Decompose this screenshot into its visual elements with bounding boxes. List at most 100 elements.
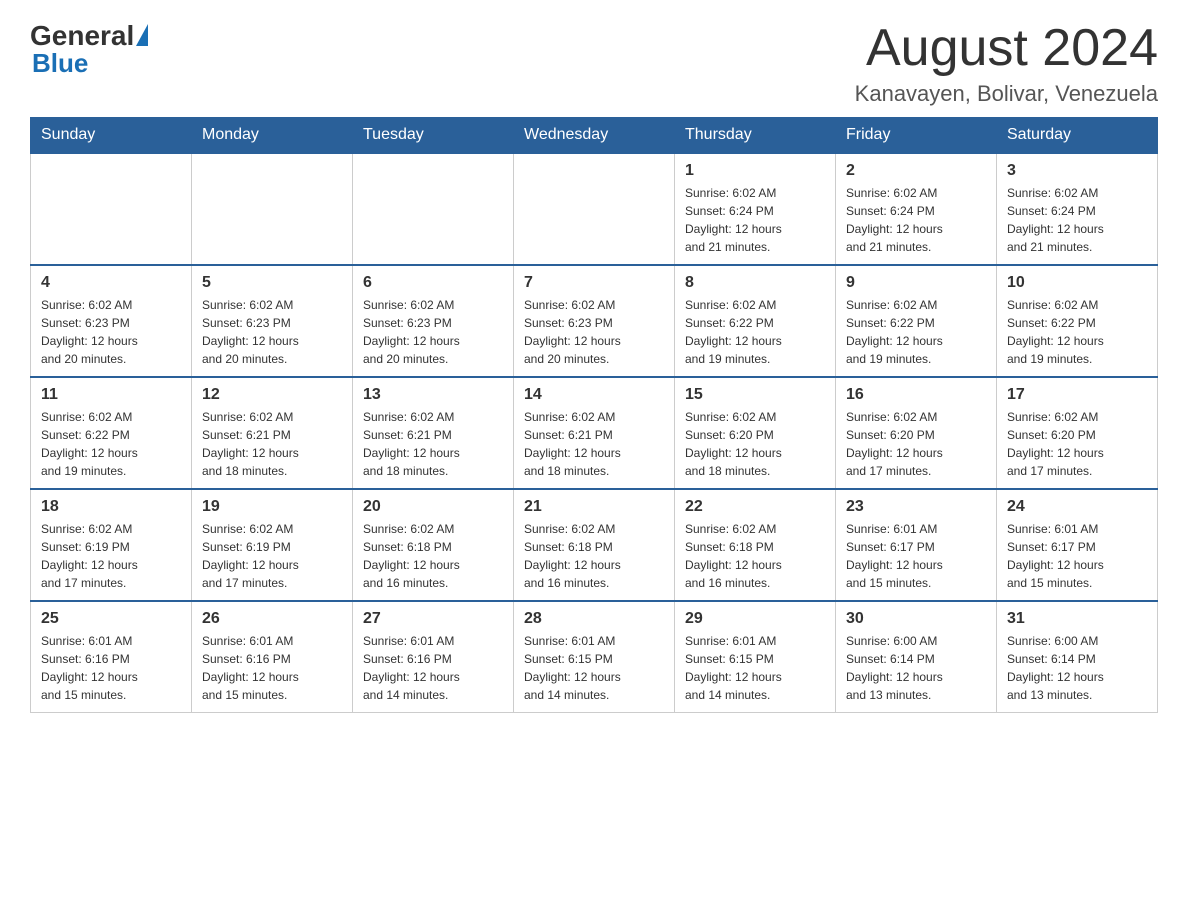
- day-info: Sunrise: 6:02 AMSunset: 6:20 PMDaylight:…: [846, 408, 986, 480]
- day-number: 1: [685, 162, 825, 180]
- calendar-table: SundayMondayTuesdayWednesdayThursdayFrid…: [30, 117, 1158, 713]
- calendar-week-row: 4 Sunrise: 6:02 AMSunset: 6:23 PMDaylight…: [31, 265, 1158, 377]
- logo: General Blue: [30, 20, 148, 79]
- day-number: 21: [524, 498, 664, 516]
- day-info: Sunrise: 6:02 AMSunset: 6:24 PMDaylight:…: [1007, 184, 1147, 256]
- calendar-cell: 12 Sunrise: 6:02 AMSunset: 6:21 PMDayligh…: [192, 377, 353, 489]
- day-number: 8: [685, 274, 825, 292]
- calendar-cell: 22Sunrise: 6:02 AMSunset: 6:18 PMDayligh…: [675, 489, 836, 601]
- day-number: 3: [1007, 162, 1147, 180]
- day-info: Sunrise: 6:02 AMSunset: 6:22 PMDaylight:…: [41, 408, 181, 480]
- day-number: 20: [363, 498, 503, 516]
- day-number: 18: [41, 498, 181, 516]
- day-number: 23: [846, 498, 986, 516]
- calendar-cell: 4 Sunrise: 6:02 AMSunset: 6:23 PMDaylight…: [31, 265, 192, 377]
- day-info: Sunrise: 6:01 AMSunset: 6:17 PMDaylight:…: [846, 520, 986, 592]
- day-info: Sunrise: 6:01 AMSunset: 6:16 PMDaylight:…: [202, 632, 342, 704]
- calendar-cell: 27 Sunrise: 6:01 AMSunset: 6:16 PMDayligh…: [353, 601, 514, 713]
- day-number: 2: [846, 162, 986, 180]
- day-number: 5: [202, 274, 342, 292]
- day-info: Sunrise: 6:00 AMSunset: 6:14 PMDaylight:…: [846, 632, 986, 704]
- calendar-cell: 2 Sunrise: 6:02 AMSunset: 6:24 PMDaylight…: [836, 153, 997, 265]
- day-number: 10: [1007, 274, 1147, 292]
- calendar-cell: 19 Sunrise: 6:02 AMSunset: 6:19 PMDayligh…: [192, 489, 353, 601]
- day-info: Sunrise: 6:02 AMSunset: 6:19 PMDaylight:…: [202, 520, 342, 592]
- day-number: 22: [685, 498, 825, 516]
- calendar-cell: 13Sunrise: 6:02 AMSunset: 6:21 PMDayligh…: [353, 377, 514, 489]
- day-info: Sunrise: 6:01 AMSunset: 6:17 PMDaylight:…: [1007, 520, 1147, 592]
- day-info: Sunrise: 6:01 AMSunset: 6:15 PMDaylight:…: [685, 632, 825, 704]
- day-info: Sunrise: 6:01 AMSunset: 6:15 PMDaylight:…: [524, 632, 664, 704]
- calendar-cell: [192, 153, 353, 265]
- calendar-cell: 7Sunrise: 6:02 AMSunset: 6:23 PMDaylight…: [514, 265, 675, 377]
- calendar-cell: 14Sunrise: 6:02 AMSunset: 6:21 PMDayligh…: [514, 377, 675, 489]
- calendar-cell: 15Sunrise: 6:02 AMSunset: 6:20 PMDayligh…: [675, 377, 836, 489]
- weekday-header-monday: Monday: [192, 118, 353, 154]
- day-info: Sunrise: 6:02 AMSunset: 6:21 PMDaylight:…: [202, 408, 342, 480]
- page-header: General Blue August 2024 Kanavayen, Boli…: [30, 20, 1158, 107]
- calendar-week-row: 18 Sunrise: 6:02 AMSunset: 6:19 PMDayligh…: [31, 489, 1158, 601]
- day-number: 26: [202, 610, 342, 628]
- day-number: 19: [202, 498, 342, 516]
- weekday-header-row: SundayMondayTuesdayWednesdayThursdayFrid…: [31, 118, 1158, 154]
- day-number: 25: [41, 610, 181, 628]
- weekday-header-wednesday: Wednesday: [514, 118, 675, 154]
- day-info: Sunrise: 6:02 AMSunset: 6:20 PMDaylight:…: [685, 408, 825, 480]
- calendar-cell: 5Sunrise: 6:02 AMSunset: 6:23 PMDaylight…: [192, 265, 353, 377]
- day-number: 17: [1007, 386, 1147, 404]
- calendar-cell: 24 Sunrise: 6:01 AMSunset: 6:17 PMDayligh…: [997, 489, 1158, 601]
- day-info: Sunrise: 6:02 AMSunset: 6:22 PMDaylight:…: [846, 296, 986, 368]
- calendar-cell: 28 Sunrise: 6:01 AMSunset: 6:15 PMDayligh…: [514, 601, 675, 713]
- day-info: Sunrise: 6:02 AMSunset: 6:23 PMDaylight:…: [41, 296, 181, 368]
- location-subtitle: Kanavayen, Bolivar, Venezuela: [855, 81, 1158, 107]
- calendar-cell: [353, 153, 514, 265]
- calendar-week-row: 11 Sunrise: 6:02 AMSunset: 6:22 PMDayligh…: [31, 377, 1158, 489]
- calendar-cell: 23 Sunrise: 6:01 AMSunset: 6:17 PMDayligh…: [836, 489, 997, 601]
- day-info: Sunrise: 6:02 AMSunset: 6:18 PMDaylight:…: [363, 520, 503, 592]
- day-number: 27: [363, 610, 503, 628]
- calendar-cell: 10 Sunrise: 6:02 AMSunset: 6:22 PMDayligh…: [997, 265, 1158, 377]
- day-info: Sunrise: 6:02 AMSunset: 6:23 PMDaylight:…: [524, 296, 664, 368]
- day-number: 6: [363, 274, 503, 292]
- calendar-cell: 29Sunrise: 6:01 AMSunset: 6:15 PMDayligh…: [675, 601, 836, 713]
- weekday-header-saturday: Saturday: [997, 118, 1158, 154]
- calendar-cell: 18 Sunrise: 6:02 AMSunset: 6:19 PMDayligh…: [31, 489, 192, 601]
- calendar-week-row: 25 Sunrise: 6:01 AMSunset: 6:16 PMDayligh…: [31, 601, 1158, 713]
- logo-triangle-icon: [136, 24, 148, 46]
- day-number: 11: [41, 386, 181, 404]
- day-info: Sunrise: 6:02 AMSunset: 6:23 PMDaylight:…: [363, 296, 503, 368]
- title-section: August 2024 Kanavayen, Bolivar, Venezuel…: [855, 20, 1158, 107]
- day-number: 28: [524, 610, 664, 628]
- day-number: 4: [41, 274, 181, 292]
- day-info: Sunrise: 6:01 AMSunset: 6:16 PMDaylight:…: [363, 632, 503, 704]
- day-number: 16: [846, 386, 986, 404]
- day-info: Sunrise: 6:02 AMSunset: 6:20 PMDaylight:…: [1007, 408, 1147, 480]
- calendar-cell: [514, 153, 675, 265]
- weekday-header-tuesday: Tuesday: [353, 118, 514, 154]
- day-number: 9: [846, 274, 986, 292]
- calendar-cell: 11 Sunrise: 6:02 AMSunset: 6:22 PMDayligh…: [31, 377, 192, 489]
- day-number: 12: [202, 386, 342, 404]
- day-info: Sunrise: 6:02 AMSunset: 6:18 PMDaylight:…: [524, 520, 664, 592]
- day-info: Sunrise: 6:02 AMSunset: 6:19 PMDaylight:…: [41, 520, 181, 592]
- calendar-week-row: 1 Sunrise: 6:02 AMSunset: 6:24 PMDaylight…: [31, 153, 1158, 265]
- day-info: Sunrise: 6:02 AMSunset: 6:24 PMDaylight:…: [846, 184, 986, 256]
- calendar-cell: 30 Sunrise: 6:00 AMSunset: 6:14 PMDayligh…: [836, 601, 997, 713]
- day-number: 24: [1007, 498, 1147, 516]
- calendar-cell: 20 Sunrise: 6:02 AMSunset: 6:18 PMDayligh…: [353, 489, 514, 601]
- day-info: Sunrise: 6:02 AMSunset: 6:22 PMDaylight:…: [1007, 296, 1147, 368]
- calendar-cell: 25 Sunrise: 6:01 AMSunset: 6:16 PMDayligh…: [31, 601, 192, 713]
- calendar-cell: 16 Sunrise: 6:02 AMSunset: 6:20 PMDayligh…: [836, 377, 997, 489]
- day-info: Sunrise: 6:02 AMSunset: 6:24 PMDaylight:…: [685, 184, 825, 256]
- day-info: Sunrise: 6:02 AMSunset: 6:22 PMDaylight:…: [685, 296, 825, 368]
- calendar-cell: 9 Sunrise: 6:02 AMSunset: 6:22 PMDaylight…: [836, 265, 997, 377]
- calendar-cell: 3 Sunrise: 6:02 AMSunset: 6:24 PMDaylight…: [997, 153, 1158, 265]
- logo-blue-text: Blue: [32, 48, 88, 79]
- calendar-cell: 31Sunrise: 6:00 AMSunset: 6:14 PMDayligh…: [997, 601, 1158, 713]
- day-info: Sunrise: 6:01 AMSunset: 6:16 PMDaylight:…: [41, 632, 181, 704]
- weekday-header-thursday: Thursday: [675, 118, 836, 154]
- calendar-cell: [31, 153, 192, 265]
- day-number: 30: [846, 610, 986, 628]
- day-number: 14: [524, 386, 664, 404]
- calendar-cell: 26 Sunrise: 6:01 AMSunset: 6:16 PMDayligh…: [192, 601, 353, 713]
